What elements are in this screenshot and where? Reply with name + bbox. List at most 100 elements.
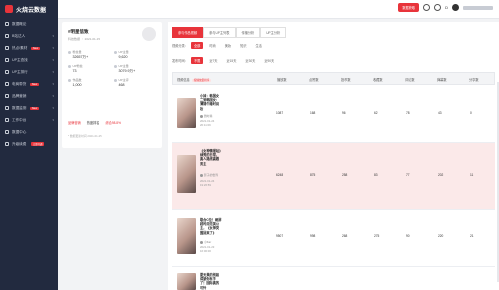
comment-count: 90 <box>406 234 410 238</box>
table-row[interactable]: 《女神情报站》绿秀的日常，真人路线高跟男主 影子的世界 2021-01-24 1… <box>172 143 495 210</box>
table-row[interactable]: 小妹：韩国女二到韩国女：薄锦午睡时尚妆 微时尚 2021-01-24 20:11… <box>172 84 495 143</box>
sidebar-item-monitor[interactable]: 数据监测 New ▾ <box>0 102 58 114</box>
topic-avatar <box>142 27 156 41</box>
content-tabs: 参与作品视频 参与UP主列表 传播分析 UP主分析 <box>172 27 287 38</box>
stat-item: 作品数 1,000 <box>68 78 114 87</box>
sidebar-item-hot-material[interactable]: 热点/素材 New ▾ <box>0 42 58 54</box>
chevron-down-icon: ▾ <box>52 94 54 98</box>
stat-item: UP主量 3079.9万+ <box>114 64 160 74</box>
tab-brand[interactable]: 品牌营销 <box>68 120 81 125</box>
sidebar-item-ecommerce[interactable]: 电商带货 New ▾ <box>0 78 58 90</box>
stat-value: 468 <box>118 83 125 87</box>
search-icon <box>5 58 9 62</box>
video-thumbnail[interactable] <box>177 98 196 128</box>
logo-icon <box>5 5 13 13</box>
video-title[interactable]: 联合C位！刷屏超时尚完美公主，《女神突围回来了》 <box>200 218 222 235</box>
column-header[interactable]: 点赞数 <box>309 77 319 82</box>
stat-item: UP主量 9,620 <box>114 50 160 60</box>
stat-value: 73 <box>72 69 77 73</box>
sidebar-item-bilibili-talent[interactable]: B站达人 ▾ <box>0 30 58 42</box>
avatar[interactable] <box>452 4 459 11</box>
sidebar-item-label: 数据监测 <box>12 105 27 110</box>
filter-option[interactable]: 近90天 <box>261 57 277 64</box>
column-header: 视频信息 按播放量排序 <box>177 77 212 82</box>
danmaku-count: 202 <box>438 173 444 177</box>
filter-option[interactable]: 时尚 <box>206 42 218 49</box>
sidebar-item-workbench[interactable]: 工作中台 ▾ <box>0 114 58 126</box>
filter-option[interactable]: 近15天 <box>223 57 239 64</box>
table-row[interactable]: 夏天果的别装得瑟你有手了！国际真的可怜 <box>172 267 495 290</box>
stat-icon <box>68 50 71 54</box>
stat-item: UP主评 468 <box>114 78 160 87</box>
column-header[interactable]: 投币数 <box>341 77 351 82</box>
video-thumbnail[interactable] <box>177 155 196 193</box>
danmaku-count: 43 <box>438 111 442 115</box>
sidebar-item-up-search[interactable]: UP主查找 ▾ <box>0 54 58 66</box>
stat-icon <box>114 64 117 68</box>
filter-option[interactable]: 生活 <box>252 42 264 49</box>
sidebar-item-up-rank[interactable]: UP主排行 ▾ <box>0 66 58 78</box>
data-acquire-button[interactable]: 数据获取 <box>398 3 420 12</box>
like-count: 875 <box>310 173 316 177</box>
video-thumbnail[interactable] <box>177 218 196 254</box>
stat-icon <box>68 78 71 82</box>
tab-up-analysis[interactable]: UP主分析 <box>260 27 287 38</box>
tab-heat-rank[interactable]: 热度排名 <box>87 120 100 125</box>
filter-label: 视频分类： <box>172 44 188 48</box>
overall-score: 综合98.8% <box>105 121 121 125</box>
favorite-count: 83 <box>374 173 378 177</box>
tab-up-list[interactable]: 参与UP主列表 <box>203 27 236 38</box>
chevron-down-icon: ▾ <box>52 46 54 50</box>
stat-label: UP主评 <box>118 78 129 82</box>
column-header[interactable]: 分享数 <box>469 77 479 82</box>
filter-option[interactable]: 全部 <box>190 42 204 49</box>
chevron-down-icon: ▾ <box>52 70 54 74</box>
video-title[interactable]: 《女神情报站》绿秀的日常，真人路线高跟男主 <box>200 149 222 166</box>
filter-option[interactable]: 近30天 <box>242 57 258 64</box>
author-avatar <box>200 173 203 177</box>
profile-tabs: 品牌营销 热度排名 综合98.8% <box>68 120 121 125</box>
topic-profile-card: #明星信致 科技数据 ∶ 2021-01-15 粉丝量 32657万+ UP主量 9… <box>62 22 162 148</box>
sidebar-item-label: 电商带货 <box>12 81 27 86</box>
video-thumbnail[interactable] <box>177 273 196 290</box>
column-header[interactable]: 评论数 <box>405 77 415 82</box>
top-bar: 数据获取 D <box>58 0 499 19</box>
topic-subtitle: 科技数据 ∶ 2021-01-15 <box>68 37 101 41</box>
sidebar-item-brand[interactable]: 品牌营销 ▾ <box>0 90 58 102</box>
share-count: 21 <box>470 234 474 238</box>
filter-option[interactable]: 不限 <box>190 57 204 64</box>
sidebar-item-upgrade[interactable]: 升级续费 立即开通 <box>0 138 58 150</box>
username-placeholder[interactable] <box>463 5 493 10</box>
column-header[interactable]: 收藏数 <box>373 77 383 82</box>
column-header[interactable]: 播放数 <box>277 77 287 82</box>
coin-count: 268 <box>342 234 348 238</box>
video-title[interactable]: 夏天果的别装得瑟你有手了！国际真的可怜 <box>200 273 222 290</box>
video-title[interactable]: 小妹：韩国女二到韩国女：薄锦午睡时尚妆 <box>200 94 222 111</box>
tab-spread-analysis[interactable]: 传播分析 <box>235 27 261 38</box>
sidebar-item-overview[interactable]: 数据概论 <box>0 18 58 30</box>
data-icon <box>5 130 9 134</box>
cart-icon <box>5 82 9 86</box>
app-logo[interactable]: 火烧云数据 <box>0 0 58 18</box>
help-icon[interactable] <box>434 4 442 11</box>
filter-label: 发布时间： <box>172 59 188 63</box>
filter-option[interactable]: 知识 <box>237 42 249 49</box>
tab-works-video[interactable]: 参与作品视频 <box>172 27 204 38</box>
stat-label: 作品数 <box>72 78 82 82</box>
video-date: 2021-01-24 19:26:59 <box>200 179 215 187</box>
filter-option[interactable]: 美妆 <box>222 42 234 49</box>
sidebar-item-data-center[interactable]: 数据中心 <box>0 126 58 138</box>
like-count: 998 <box>310 234 316 238</box>
notification-icon[interactable] <box>423 4 431 11</box>
favorite-count: 275 <box>374 234 380 238</box>
stat-icon <box>68 64 71 68</box>
filter-option[interactable]: 近7天 <box>206 57 220 64</box>
stat-value: 3079.9万+ <box>118 69 136 73</box>
table-row[interactable]: 联合C位！刷屏超时尚完美公主，《女神突围回来了》 小Kar 2021-01-23… <box>172 210 495 267</box>
danmaku-count: 220 <box>438 234 444 238</box>
stat-label: 粉丝量 <box>72 50 82 54</box>
column-header[interactable]: 弹幕数 <box>437 77 447 82</box>
stat-icon <box>114 78 117 82</box>
sort-tag[interactable]: 按播放量排序 <box>191 78 212 82</box>
stat-label: UP粉丝 <box>72 64 83 68</box>
